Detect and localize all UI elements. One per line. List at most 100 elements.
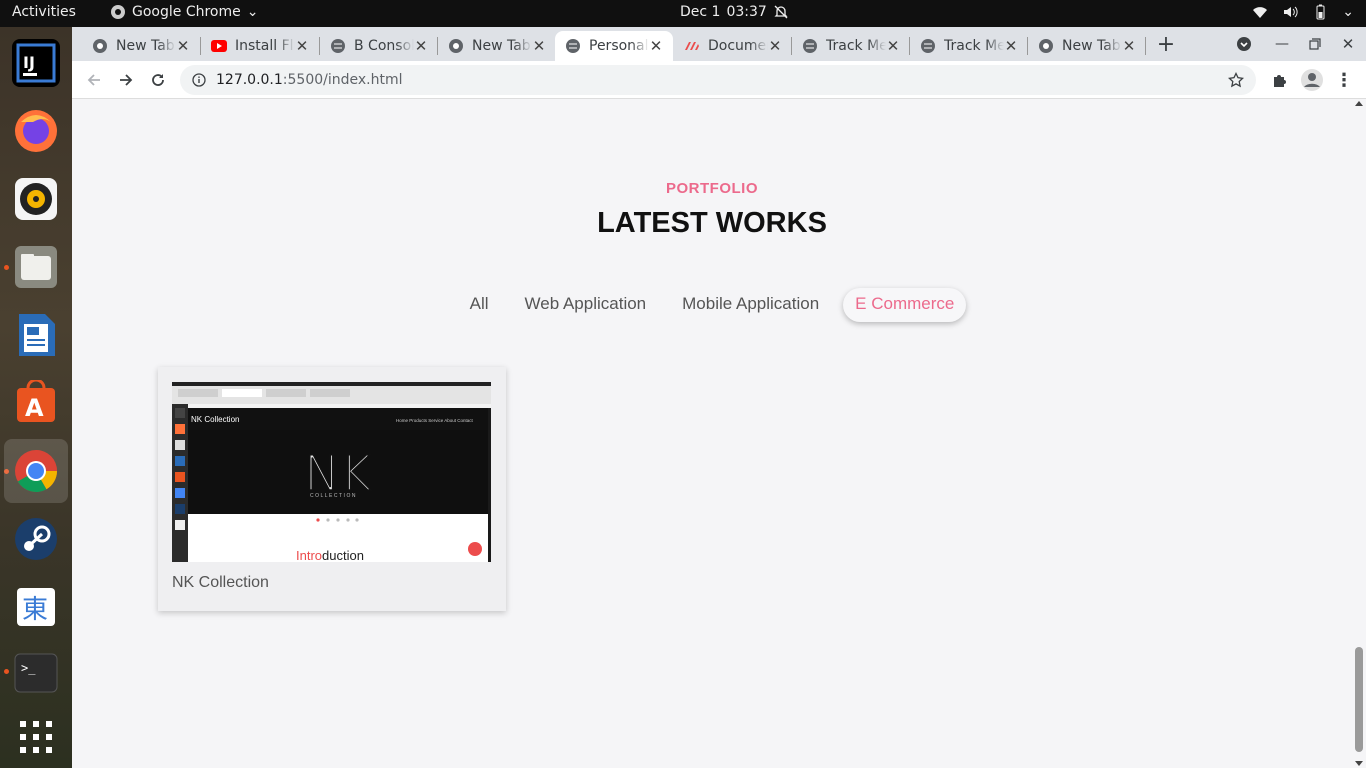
- writer-icon[interactable]: [12, 311, 60, 359]
- tab-title: Track Me: [826, 38, 886, 54]
- avatar-icon: [1301, 69, 1323, 91]
- tab[interactable]: New Tab ✕: [82, 31, 200, 61]
- tab[interactable]: Track Me ✕: [910, 31, 1028, 61]
- close-icon[interactable]: ✕: [414, 37, 428, 55]
- filter-all[interactable]: All: [458, 288, 501, 322]
- filter-web-application[interactable]: Web Application: [513, 288, 659, 322]
- mozc-icon[interactable]: 東: [12, 583, 60, 631]
- tab-title: Personal: [589, 38, 649, 54]
- info-icon: [192, 73, 206, 87]
- close-icon[interactable]: ✕: [649, 37, 663, 55]
- chevron-down-icon: ⌄: [1342, 4, 1354, 20]
- activities-button[interactable]: Activities: [12, 4, 76, 20]
- extensions-button[interactable]: [1268, 68, 1292, 92]
- battery-icon: [1316, 4, 1325, 20]
- reload-button[interactable]: [146, 68, 170, 92]
- intellij-icon[interactable]: IJ: [12, 39, 60, 87]
- scrollbar-thumb[interactable]: [1355, 647, 1363, 752]
- svg-text:東: 東: [22, 595, 48, 625]
- menu-button[interactable]: ⋮: [1332, 68, 1356, 92]
- app-menu[interactable]: Google Chrome ⌄: [110, 4, 258, 20]
- chrome-favicon-icon: [449, 39, 463, 53]
- section-subtitle: PORTFOLIO: [666, 180, 758, 197]
- close-icon[interactable]: ✕: [1122, 37, 1136, 55]
- chrome-icon[interactable]: [4, 439, 68, 503]
- project-thumbnail[interactable]: NK Collection Home Products Service Abou…: [172, 382, 491, 562]
- profile-button[interactable]: [1300, 68, 1324, 92]
- puzzle-icon: [1274, 75, 1286, 87]
- tab[interactable]: Install Flutter ✕: [201, 31, 319, 61]
- close-icon[interactable]: ✕: [176, 37, 190, 55]
- thumb-intro-b: duction: [322, 548, 364, 562]
- card-title: NK Collection: [172, 574, 269, 591]
- clock[interactable]: Dec 1 03:37: [680, 4, 789, 20]
- close-icon[interactable]: ✕: [1004, 37, 1018, 55]
- globe-favicon-icon: [803, 39, 817, 53]
- restore-icon: [1309, 38, 1321, 50]
- svg-text:IJ: IJ: [23, 53, 35, 72]
- tab-title: Documents: [708, 38, 768, 54]
- page-content: PORTFOLIO LATEST WORKS All Web Applicati…: [72, 99, 1366, 768]
- restore-button[interactable]: [1303, 32, 1327, 56]
- arrow-right-icon: [120, 74, 133, 86]
- section-title: LATEST WORKS: [597, 207, 827, 239]
- tab-title: New Tab: [116, 38, 175, 54]
- wifi-icon: [1253, 7, 1268, 18]
- files-icon[interactable]: [12, 243, 60, 291]
- back-button[interactable]: [82, 68, 106, 92]
- tab[interactable]: Track Me ✕: [792, 31, 910, 61]
- browser-toolbar: 127.0.0.1:5500/index.html ⋮: [72, 61, 1366, 99]
- tab[interactable]: New Tab ✕: [438, 31, 556, 61]
- address-bar[interactable]: 127.0.0.1:5500/index.html: [180, 65, 1256, 95]
- forward-button[interactable]: [114, 68, 138, 92]
- system-tray[interactable]: ⌄: [1252, 4, 1354, 20]
- app-name: Google Chrome: [132, 4, 241, 20]
- terminal-icon[interactable]: >_: [12, 649, 60, 697]
- tab[interactable]: New Tab ✕: [1028, 31, 1146, 61]
- close-window-button[interactable]: ✕: [1336, 32, 1360, 56]
- docs-favicon-icon: [685, 42, 699, 50]
- reload-icon: [152, 74, 164, 86]
- screenshot-thumbnail-image: NK Collection Home Products Service Abou…: [172, 382, 491, 562]
- close-icon[interactable]: ✕: [768, 37, 782, 55]
- steam-icon[interactable]: [12, 515, 60, 563]
- filter-e-commerce[interactable]: E Commerce: [843, 288, 967, 322]
- thumb-intro-a: Intro: [296, 548, 322, 562]
- app-grid-icon[interactable]: [12, 713, 60, 761]
- tab-active[interactable]: Personal ✕: [555, 31, 673, 61]
- star-icon[interactable]: [1228, 72, 1244, 88]
- dock: IJ A 東 >_: [0, 27, 72, 768]
- chevron-down-icon: ⌄: [246, 4, 259, 20]
- tab-title: Install Flutter: [235, 38, 295, 54]
- close-icon[interactable]: ✕: [295, 37, 309, 55]
- running-indicator: [4, 265, 9, 270]
- filter-bar: All Web Application Mobile Application E…: [72, 288, 1352, 322]
- minimize-button[interactable]: —: [1270, 32, 1294, 56]
- software-icon[interactable]: A: [12, 379, 60, 427]
- thumb-logo-sub: COLLECTION: [310, 493, 357, 499]
- chrome-window: New Tab ✕ Install Flutter ✕ B Console ✕ …: [72, 27, 1366, 768]
- tab-title: New Tab: [472, 38, 531, 54]
- scroll-down-arrow-icon[interactable]: [1355, 761, 1363, 766]
- firefox-icon[interactable]: [12, 107, 60, 155]
- youtube-favicon-icon: [211, 40, 227, 52]
- portfolio-card[interactable]: NK Collection Home Products Service Abou…: [158, 367, 506, 611]
- filter-mobile-application[interactable]: Mobile Application: [670, 288, 831, 322]
- close-icon[interactable]: ✕: [886, 37, 900, 55]
- page-scrollbar[interactable]: [1352, 99, 1366, 768]
- svg-text:A: A: [25, 394, 44, 422]
- tab-search-button[interactable]: [1232, 32, 1256, 56]
- scroll-up-arrow-icon[interactable]: [1355, 101, 1363, 106]
- running-indicator: [4, 669, 9, 674]
- chrome-favicon-icon: [1039, 39, 1053, 53]
- rhythmbox-icon[interactable]: [12, 175, 60, 223]
- globe-favicon-icon: [331, 39, 345, 53]
- volume-icon: [1284, 6, 1298, 18]
- bell-off-icon: [774, 5, 788, 19]
- new-tab-button[interactable]: +: [1154, 32, 1178, 57]
- chrome-small-icon: [111, 5, 125, 19]
- close-icon[interactable]: ✕: [532, 37, 546, 55]
- tab[interactable]: Documents ✕: [674, 31, 792, 61]
- thumb-site-name: NK Collection: [191, 415, 239, 424]
- tab[interactable]: B Console ✕: [320, 31, 438, 61]
